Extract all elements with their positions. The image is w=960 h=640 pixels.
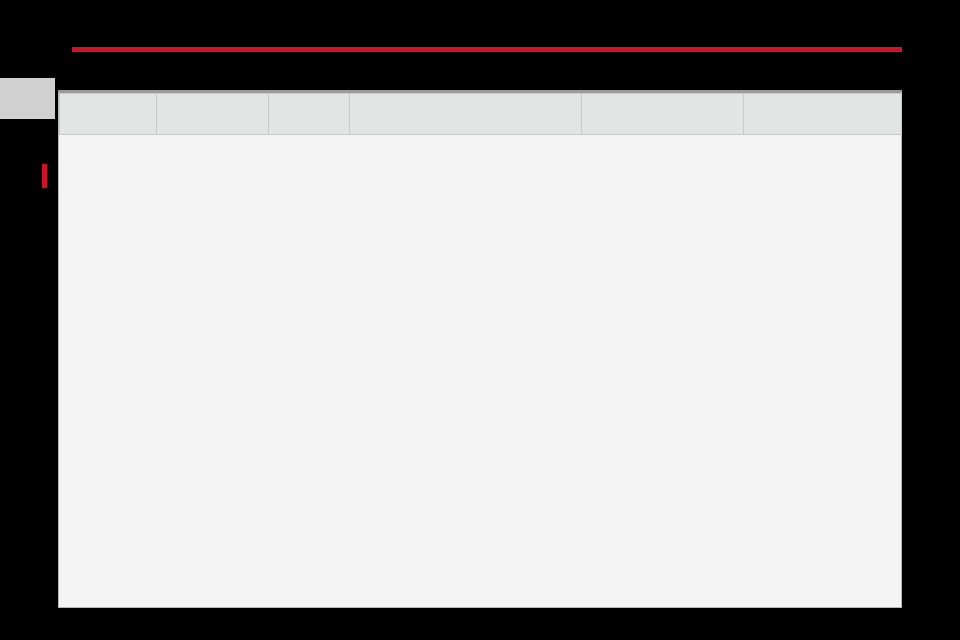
side-chapter-tab bbox=[0, 78, 55, 188]
side-chapter-tab-letter bbox=[42, 164, 47, 188]
column-header-solution bbox=[581, 93, 744, 135]
column-header-observations bbox=[743, 93, 902, 135]
column-header-icon bbox=[59, 93, 157, 135]
warning-messages-table-container bbox=[58, 90, 902, 608]
warning-messages-table bbox=[59, 93, 902, 135]
header-red-rule bbox=[72, 47, 902, 52]
column-header-cause bbox=[349, 93, 582, 135]
table-header-row bbox=[59, 93, 902, 135]
column-header-message bbox=[156, 93, 269, 135]
column-header-is-on bbox=[268, 93, 350, 135]
